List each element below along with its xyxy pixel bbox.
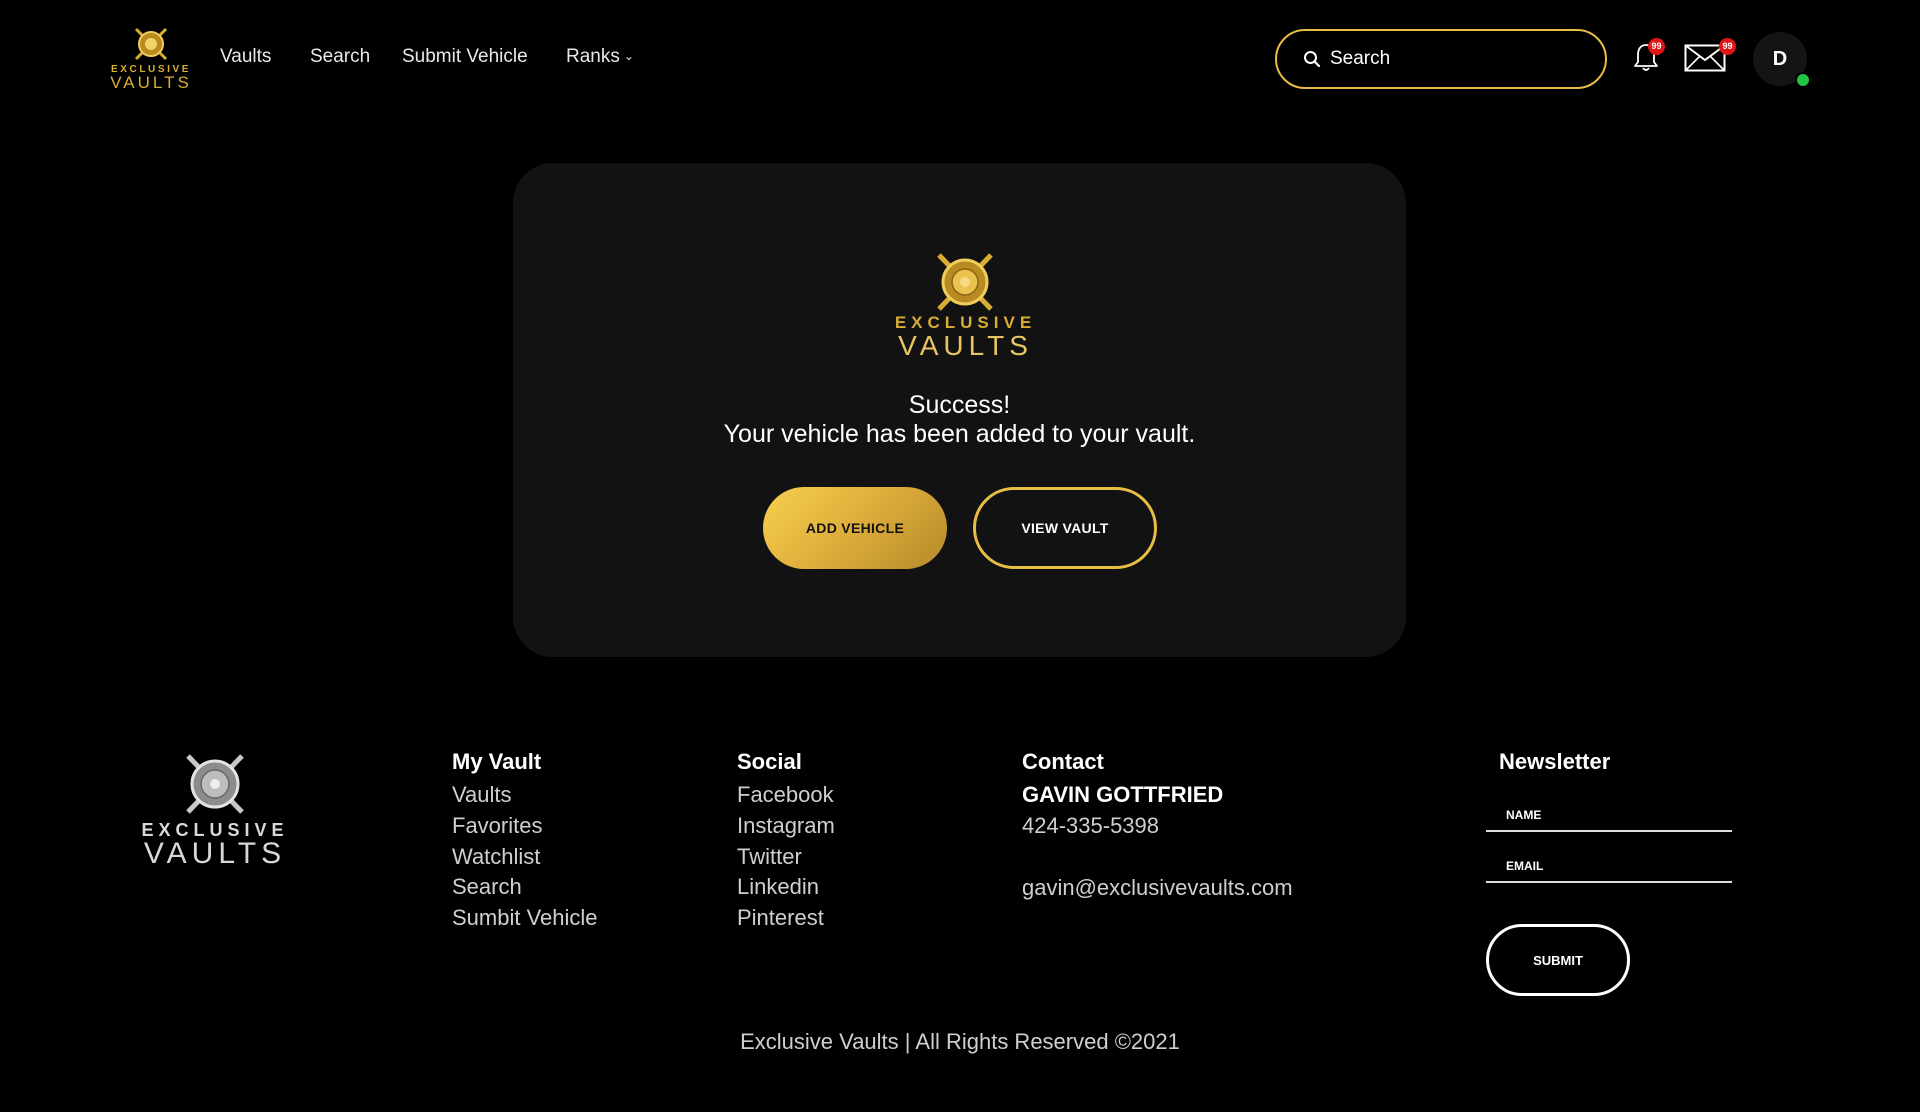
card-brand-logo: EXCLUSIVE VAULTS bbox=[893, 251, 1038, 361]
contact-name: GAVIN GOTTFRIED bbox=[1022, 782, 1224, 807]
footer-link-twitter[interactable]: Twitter bbox=[737, 842, 835, 873]
user-avatar[interactable]: D bbox=[1753, 32, 1811, 88]
footer-link-pinterest[interactable]: Pinterest bbox=[737, 903, 835, 934]
add-vehicle-button[interactable]: ADD VEHICLE bbox=[763, 487, 947, 569]
contact-email[interactable]: gavin@exclusivevaults.com bbox=[1022, 872, 1293, 903]
top-navbar: EXCLUSIVE VAULTS Vaults Search Submit Ve… bbox=[0, 0, 1920, 118]
footer-link-watchlist[interactable]: Watchlist bbox=[452, 842, 598, 873]
nav-ranks[interactable]: Ranks ⌄ bbox=[566, 46, 634, 68]
messages-button[interactable]: 99 bbox=[1684, 38, 1736, 72]
footer-social-column: Social Facebook Instagram Twitter Linked… bbox=[737, 748, 835, 934]
vault-emblem-icon bbox=[134, 27, 168, 61]
newsletter-heading: Newsletter bbox=[1499, 749, 1611, 774]
vault-emblem-icon bbox=[186, 754, 244, 814]
footer-link-instagram[interactable]: Instagram bbox=[737, 811, 835, 842]
newsletter-submit-button[interactable]: SUBMIT bbox=[1486, 924, 1630, 996]
search-bar bbox=[1275, 29, 1607, 89]
footer-link-vaults[interactable]: Vaults bbox=[452, 780, 598, 811]
online-status-indicator bbox=[1795, 72, 1811, 88]
copyright-text: Exclusive Vaults | All Rights Reserved ©… bbox=[740, 1029, 1180, 1054]
contact-phone[interactable]: 424-335-5398 bbox=[1022, 810, 1293, 841]
success-title: Success! bbox=[908, 391, 1011, 419]
card-brand-word-vaults: VAULTS bbox=[898, 330, 1033, 361]
footer-social-heading: Social bbox=[737, 749, 802, 774]
messages-badge: 99 bbox=[1719, 38, 1736, 55]
newsletter-form: Newsletter SUBMIT bbox=[1486, 748, 1732, 996]
nav-submit-vehicle[interactable]: Submit Vehicle bbox=[402, 46, 528, 68]
footer-link-submit-vehicle[interactable]: Sumbit Vehicle bbox=[452, 903, 598, 934]
footer-brand-word-vaults: VAULTS bbox=[143, 837, 287, 870]
footer-contact-column: Contact GAVIN GOTTFRIED 424-335-5398 gav… bbox=[1022, 748, 1293, 903]
brand-word-vaults: VAULTS bbox=[110, 73, 192, 92]
vault-emblem-icon bbox=[937, 253, 993, 311]
newsletter-name-input[interactable] bbox=[1486, 800, 1732, 832]
footer-link-facebook[interactable]: Facebook bbox=[737, 780, 835, 811]
success-message: Your vehicle has been added to your vaul… bbox=[723, 420, 1196, 448]
search-icon bbox=[1304, 51, 1321, 68]
nav-vaults[interactable]: Vaults bbox=[220, 46, 271, 68]
nav-ranks-label: Ranks bbox=[566, 46, 620, 67]
success-card: EXCLUSIVE VAULTS Success! Your vehicle h… bbox=[513, 163, 1406, 657]
footer-link-favorites[interactable]: Favorites bbox=[452, 811, 598, 842]
brand-logo[interactable]: EXCLUSIVE VAULTS bbox=[106, 26, 196, 92]
footer-my-vault-heading: My Vault bbox=[452, 749, 542, 774]
footer-my-vault-column: My Vault Vaults Favorites Watchlist Sear… bbox=[452, 748, 598, 934]
avatar-initial: D bbox=[1772, 47, 1788, 70]
notifications-button[interactable]: 99 bbox=[1632, 38, 1665, 74]
footer-brand-logo[interactable]: EXCLUSIVE VAULTS bbox=[140, 752, 290, 872]
newsletter-email-input[interactable] bbox=[1486, 851, 1732, 883]
nav-search[interactable]: Search bbox=[310, 46, 370, 68]
footer-link-linkedin[interactable]: Linkedin bbox=[737, 872, 835, 903]
chevron-down-icon: ⌄ bbox=[623, 49, 634, 63]
footer-contact-heading: Contact bbox=[1022, 749, 1104, 774]
view-vault-button[interactable]: VIEW VAULT bbox=[973, 487, 1157, 569]
footer-link-search[interactable]: Search bbox=[452, 872, 598, 903]
search-input[interactable] bbox=[1330, 48, 1570, 70]
notifications-badge: 99 bbox=[1648, 38, 1665, 55]
